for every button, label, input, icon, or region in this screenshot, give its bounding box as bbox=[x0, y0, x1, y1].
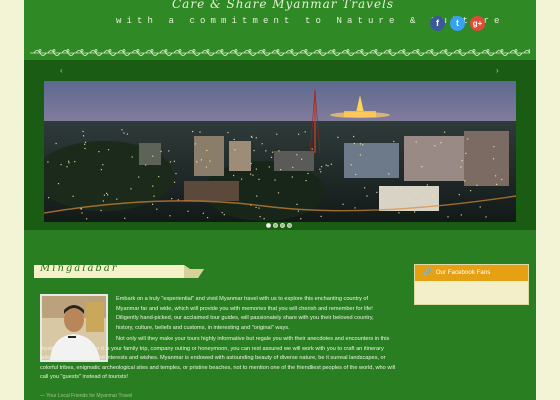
twitter-icon[interactable]: t bbox=[450, 16, 465, 31]
facebook-icon[interactable]: f bbox=[430, 16, 445, 31]
image-slider: ‹ › bbox=[24, 60, 536, 230]
slider-dot[interactable] bbox=[287, 223, 292, 228]
slider-prev-arrow[interactable]: ‹ bbox=[60, 66, 63, 75]
facebook-fans-title: Our Facebook Fans bbox=[435, 269, 491, 276]
slider-dot[interactable] bbox=[280, 223, 285, 228]
header-divider-ornament bbox=[30, 49, 530, 56]
page-title: Mingalabar bbox=[40, 263, 119, 274]
intro-paragraph-1: Embark on a truly "experiential" and viv… bbox=[116, 296, 374, 331]
site-tagline: with a commitment to Nature & Culture bbox=[116, 16, 505, 26]
intro-paragraph-2: Not only will they make your tours highl… bbox=[40, 336, 396, 380]
site-header: Care & Share Myanmar Travels with a comm… bbox=[24, 0, 536, 60]
slider-pagination bbox=[266, 223, 292, 228]
facebook-fans-widget: 🔗 Our Facebook Fans bbox=[414, 264, 529, 305]
site-brand-name[interactable]: Care & Share Myanmar Travels bbox=[172, 0, 394, 11]
slider-next-arrow[interactable]: › bbox=[496, 66, 499, 75]
slide-image bbox=[44, 81, 516, 222]
article-footnote: — Your Local Friends for Myanmar Travel bbox=[40, 393, 133, 399]
facebook-fans-header[interactable]: 🔗 Our Facebook Fans bbox=[415, 265, 528, 281]
slider-dot[interactable] bbox=[273, 223, 278, 228]
link-icon: 🔗 bbox=[423, 269, 432, 276]
slider-dot[interactable] bbox=[266, 223, 271, 228]
page-container: Care & Share Myanmar Travels with a comm… bbox=[24, 0, 536, 400]
google-plus-icon[interactable]: g+ bbox=[470, 16, 485, 31]
